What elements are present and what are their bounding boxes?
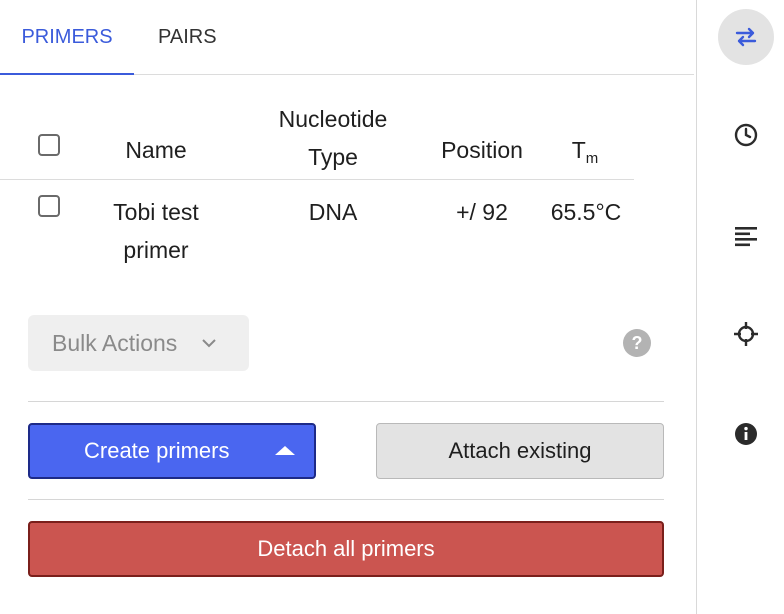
- detach-all-primers-button[interactable]: Detach all primers: [28, 521, 664, 577]
- row-checkbox[interactable]: [38, 195, 60, 217]
- primer-type: DNA: [308, 199, 358, 225]
- tm-subscript: m: [585, 150, 599, 167]
- table-row[interactable]: Tobi test primer DNA +/ 92 65.5°C: [0, 180, 634, 280]
- primer-name: Tobi test primer: [113, 199, 199, 263]
- tab-primers-label: PRIMERS: [21, 26, 113, 48]
- table-header: Name Nucleotide Type Position Tm: [0, 74, 634, 180]
- rail-button-align[interactable]: [718, 208, 774, 264]
- select-all-checkbox[interactable]: [38, 134, 60, 156]
- primer-position: +/ 92: [456, 199, 508, 225]
- caret-up-icon: [275, 446, 295, 455]
- create-primers-label: Create primers: [84, 438, 230, 463]
- attach-existing-button[interactable]: Attach existing: [376, 423, 664, 479]
- primers-panel: PRIMERS PAIRS Name Nucleotide Type Posit…: [0, 0, 697, 614]
- align-left-icon: [735, 227, 757, 247]
- bulk-actions-dropdown[interactable]: Bulk Actions: [28, 315, 249, 371]
- column-header-name[interactable]: Name: [100, 137, 212, 164]
- right-tool-rail: [697, 0, 784, 614]
- column-header-position[interactable]: Position: [430, 137, 534, 164]
- bulk-actions-label: Bulk Actions: [52, 330, 178, 356]
- tm-label: T: [571, 137, 586, 163]
- column-header-tm[interactable]: Tm: [560, 137, 610, 167]
- rail-button-swap[interactable]: [718, 9, 774, 65]
- tab-primers[interactable]: PRIMERS: [0, 0, 134, 75]
- primer-tm: 65.5°C: [550, 199, 622, 225]
- info-icon: [735, 423, 757, 445]
- divider: [28, 401, 664, 402]
- divider: [28, 499, 664, 500]
- crosshair-icon: [734, 322, 758, 346]
- create-primers-button[interactable]: Create primers: [28, 423, 316, 479]
- help-icon[interactable]: ?: [623, 329, 651, 357]
- column-header-nucleotide-type[interactable]: Nucleotide Type: [262, 100, 404, 176]
- tab-pairs[interactable]: PAIRS: [158, 0, 217, 74]
- clock-icon: [734, 123, 758, 147]
- swap-arrows-icon: [735, 27, 757, 47]
- tab-pairs-label: PAIRS: [158, 26, 217, 48]
- tab-bar: PRIMERS PAIRS: [0, 0, 694, 75]
- chevron-down-icon: [202, 339, 216, 348]
- rail-button-target[interactable]: [718, 306, 774, 362]
- rail-button-history[interactable]: [718, 107, 774, 163]
- rail-button-info[interactable]: [718, 406, 774, 462]
